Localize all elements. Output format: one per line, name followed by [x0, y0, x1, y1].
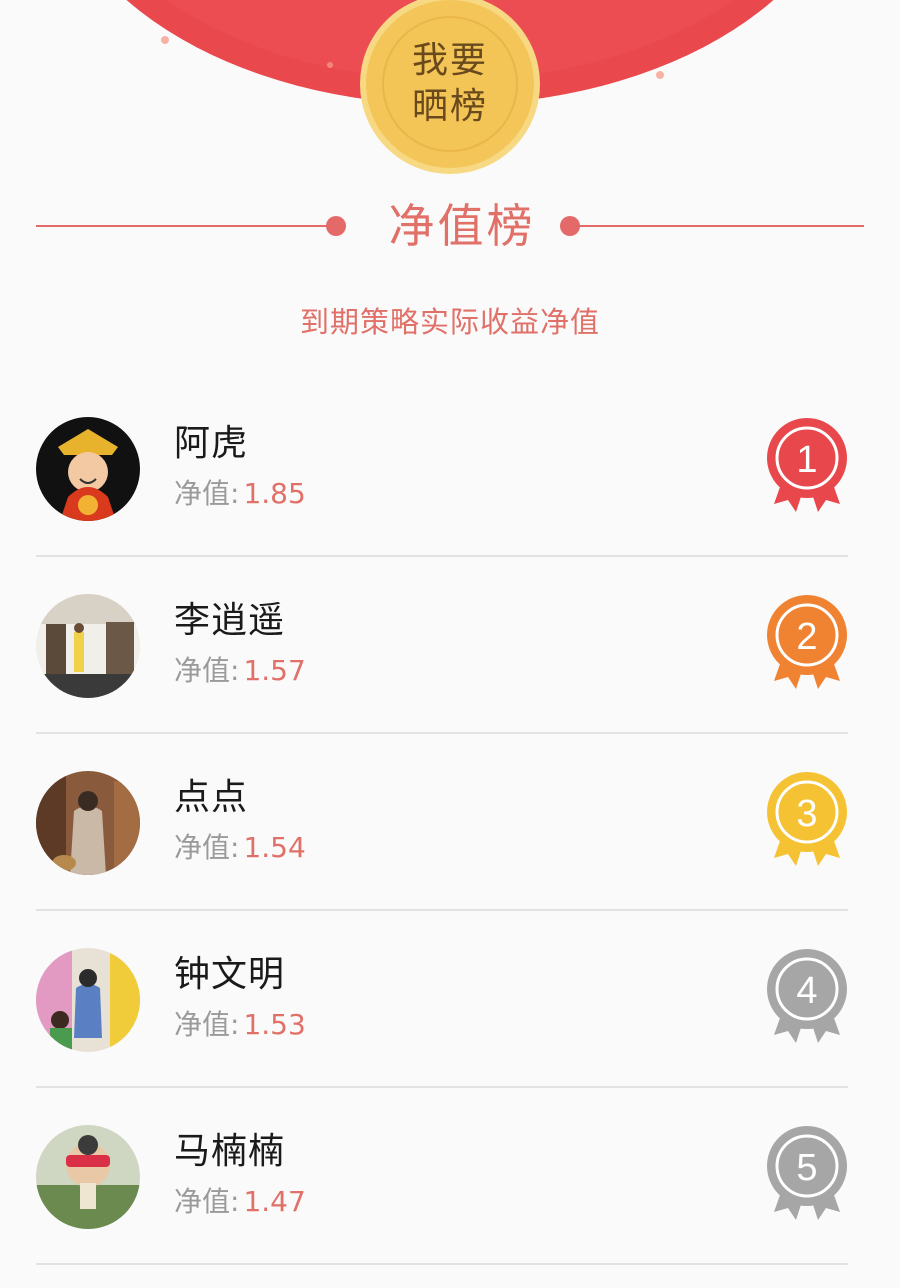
nav-line: 净值: 1.54	[174, 828, 306, 868]
medal-rank: 4	[796, 970, 817, 1012]
board-title-row: 净值榜	[36, 196, 864, 256]
nav-value: 1.53	[243, 1008, 306, 1041]
medal-icon: 5	[767, 1126, 847, 1220]
ranking-row[interactable]: 阿虎 净值: 1.85 1	[36, 380, 848, 557]
ranking-row[interactable]: 点点 净值: 1.54 3	[36, 734, 848, 911]
user-name: 马楠楠	[174, 1131, 286, 1172]
nav-label: 净值:	[174, 477, 240, 510]
avatar[interactable]	[36, 948, 140, 1052]
avatar[interactable]	[36, 771, 140, 875]
nav-label: 净值:	[174, 1185, 240, 1218]
nav-value: 1.85	[243, 477, 306, 510]
nav-label: 净值:	[174, 831, 240, 864]
user-name: 点点	[174, 777, 249, 818]
medal-icon: 4	[767, 949, 847, 1043]
board-subtitle: 到期策略实际收益净值	[299, 305, 600, 339]
medal-rank: 2	[796, 616, 817, 658]
user-name: 李逍遥	[174, 600, 286, 641]
show-ranking-button-inner: 我要晒榜	[382, 16, 518, 152]
nav-line: 净值: 1.85	[174, 474, 306, 514]
show-ranking-button[interactable]: 我要晒榜	[366, 0, 534, 168]
user-name: 钟文明	[174, 954, 286, 995]
user-name: 阿虎	[174, 423, 249, 464]
medal-icon: 2	[767, 595, 847, 689]
avatar[interactable]	[36, 1125, 140, 1229]
avatar[interactable]	[36, 594, 140, 698]
avatar[interactable]	[36, 417, 140, 521]
show-ranking-button-label: 我要晒榜	[411, 40, 488, 127]
nav-line: 净值: 1.53	[174, 1005, 306, 1045]
title-dot-right	[560, 216, 580, 236]
nav-line: 净值: 1.47	[174, 1182, 306, 1222]
medal-icon: 3	[767, 772, 847, 866]
medal-rank: 3	[796, 793, 817, 835]
medal-rank: 5	[796, 1147, 817, 1189]
title-dot-left	[326, 216, 346, 236]
nav-label: 净值:	[174, 1008, 240, 1041]
medal-icon: 1	[767, 418, 847, 512]
ranking-row[interactable]: 马楠楠 净值: 1.47 5	[36, 1088, 848, 1265]
board-title: 净值榜	[388, 199, 536, 253]
medal-rank: 1	[796, 439, 817, 481]
nav-value: 1.47	[243, 1185, 306, 1218]
nav-label: 净值:	[174, 654, 240, 687]
nav-value: 1.54	[243, 831, 306, 864]
nav-line: 净值: 1.57	[174, 651, 306, 691]
ranking-row[interactable]: 钟文明 净值: 1.53 4	[36, 911, 848, 1088]
title-divider-right	[578, 225, 864, 227]
nav-value: 1.57	[243, 654, 306, 687]
ranking-row[interactable]: 李逍遥 净值: 1.57 2	[36, 557, 848, 734]
title-divider-left	[36, 225, 336, 227]
ranking-list: 阿虎 净值: 1.85 1 李逍遥 净值: 1.57 2 点点 净值: 1.54…	[36, 380, 848, 1265]
